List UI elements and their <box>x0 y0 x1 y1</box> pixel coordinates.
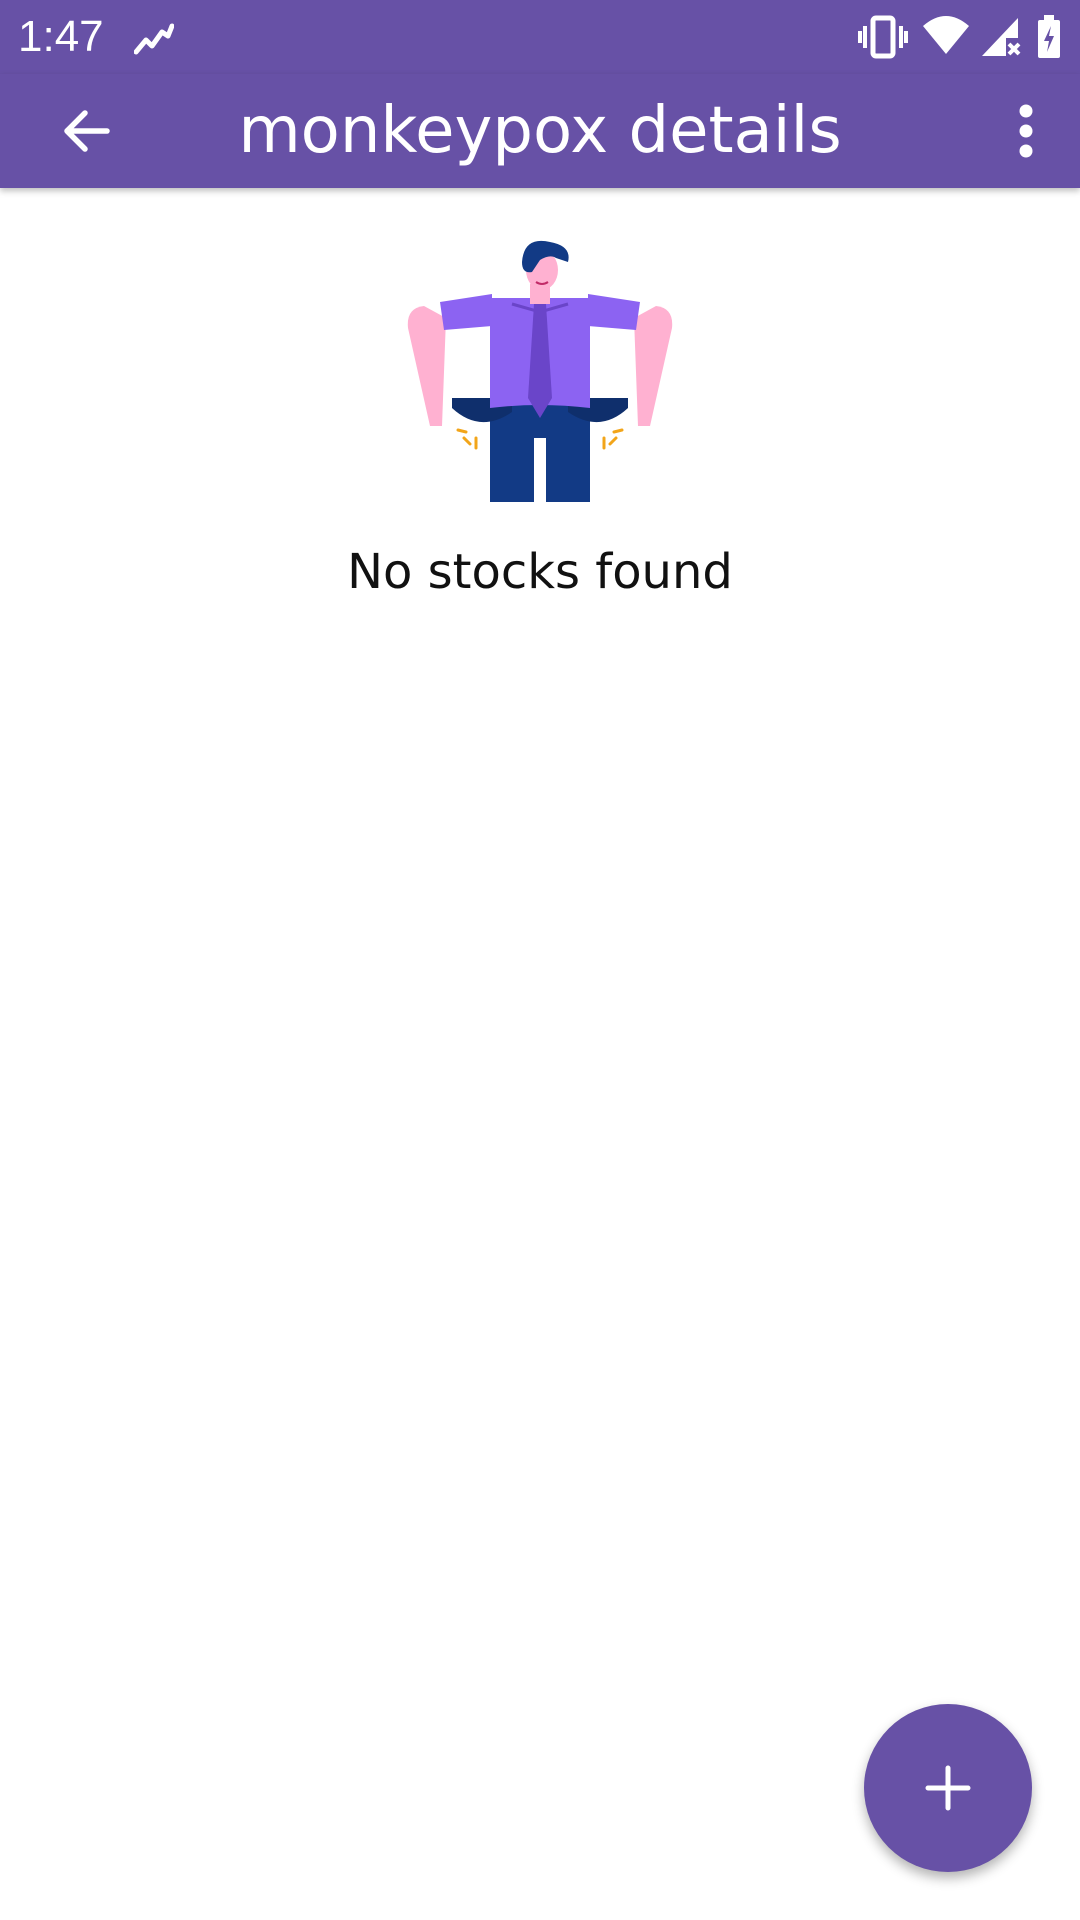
status-time: 1:47 <box>18 12 104 61</box>
empty-pockets-illustration <box>407 240 673 502</box>
page-title: monkeypox details <box>238 94 842 168</box>
battery-charging-icon <box>1038 15 1060 58</box>
vibrate-icon <box>858 15 908 59</box>
app-bar: monkeypox details <box>0 74 1080 188</box>
empty-state-message: No stocks found <box>347 544 733 600</box>
status-bar: 1:47 <box>0 0 1080 74</box>
wifi-icon <box>923 16 969 54</box>
more-vert-icon <box>1019 104 1033 158</box>
add-icon <box>925 1765 971 1811</box>
signal-icon <box>982 18 1021 56</box>
add-stock-button[interactable] <box>864 1704 1032 1872</box>
stock-chart-icon <box>134 23 174 55</box>
more-options-button[interactable] <box>996 94 1056 168</box>
